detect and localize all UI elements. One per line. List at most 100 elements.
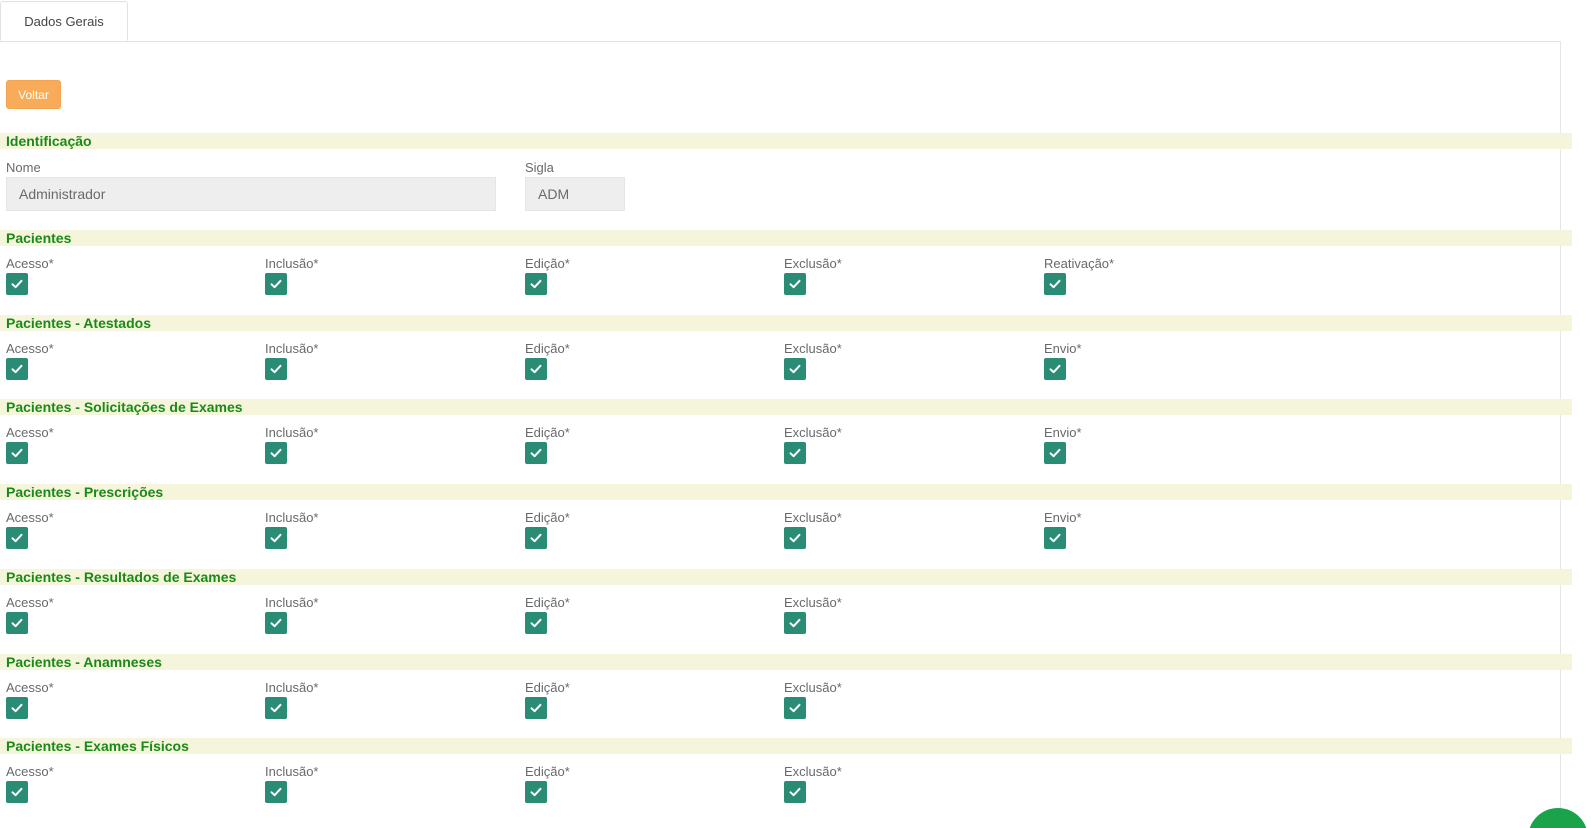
name-label: Nome xyxy=(6,160,41,175)
checkmark-icon xyxy=(529,531,543,545)
permission-label-inclusao: Inclusão* xyxy=(265,680,319,695)
permission-label-exclusao: Exclusão* xyxy=(784,341,842,356)
checkmark-icon xyxy=(269,701,283,715)
permission-label-edicao: Edição* xyxy=(525,510,570,525)
checkbox-pacientes-acesso[interactable] xyxy=(6,273,28,295)
checkmark-icon xyxy=(529,277,543,291)
panel-border xyxy=(1560,41,1561,828)
permission-label-inclusao: Inclusão* xyxy=(265,764,319,779)
tab-bar: Dados Gerais xyxy=(0,0,1561,42)
checkmark-icon xyxy=(788,531,802,545)
permission-label-edicao: Edição* xyxy=(525,764,570,779)
section-header-pacientes-anamneses: Pacientes - Anamneses xyxy=(0,654,1572,670)
checkbox-pacientes-inclusao[interactable] xyxy=(265,273,287,295)
checkbox-pacientes-atestados-inclusao[interactable] xyxy=(265,358,287,380)
tab-dados-gerais[interactable]: Dados Gerais xyxy=(0,1,128,41)
permission-label-acesso: Acesso* xyxy=(6,256,54,271)
checkbox-pacientes-atestados-exclusao[interactable] xyxy=(784,358,806,380)
checkmark-icon xyxy=(269,362,283,376)
checkbox-pacientes-atestados-acesso[interactable] xyxy=(6,358,28,380)
permission-label-exclusao: Exclusão* xyxy=(784,595,842,610)
checkmark-icon xyxy=(529,616,543,630)
checkmark-icon xyxy=(10,616,24,630)
name-input[interactable] xyxy=(6,177,496,211)
permission-label-edicao: Edição* xyxy=(525,680,570,695)
checkmark-icon xyxy=(788,277,802,291)
checkmark-icon xyxy=(10,701,24,715)
checkbox-pacientes-prescricoes-envio[interactable] xyxy=(1044,527,1066,549)
acronym-input[interactable] xyxy=(525,177,625,211)
permission-label-acesso: Acesso* xyxy=(6,764,54,779)
section-header-pacientes-prescricoes: Pacientes - Prescrições xyxy=(0,484,1572,500)
section-header-pacientes-exames-fisicos: Pacientes - Exames Físicos xyxy=(0,738,1572,754)
checkmark-icon xyxy=(788,446,802,460)
checkbox-pacientes-prescricoes-acesso[interactable] xyxy=(6,527,28,549)
checkmark-icon xyxy=(10,362,24,376)
checkbox-pacientes-anamneses-exclusao[interactable] xyxy=(784,697,806,719)
checkbox-pacientes-resultados-de-exames-inclusao[interactable] xyxy=(265,612,287,634)
permission-label-inclusao: Inclusão* xyxy=(265,425,319,440)
permission-label-exclusao: Exclusão* xyxy=(784,680,842,695)
checkbox-pacientes-resultados-de-exames-acesso[interactable] xyxy=(6,612,28,634)
permission-label-envio: Envio* xyxy=(1044,425,1082,440)
checkbox-pacientes-exames-fisicos-inclusao[interactable] xyxy=(265,781,287,803)
checkmark-icon xyxy=(788,362,802,376)
checkmark-icon xyxy=(529,362,543,376)
checkmark-icon xyxy=(1048,446,1062,460)
checkbox-pacientes-exames-fisicos-acesso[interactable] xyxy=(6,781,28,803)
checkbox-pacientes-anamneses-inclusao[interactable] xyxy=(265,697,287,719)
checkmark-icon xyxy=(10,446,24,460)
permission-label-edicao: Edição* xyxy=(525,425,570,440)
checkbox-pacientes-edicao[interactable] xyxy=(525,273,547,295)
permission-label-exclusao: Exclusão* xyxy=(784,256,842,271)
checkbox-pacientes-prescricoes-exclusao[interactable] xyxy=(784,527,806,549)
checkbox-pacientes-exclusao[interactable] xyxy=(784,273,806,295)
section-header-pacientes-solicitacoes-de-exames: Pacientes - Solicitações de Exames xyxy=(0,399,1572,415)
permission-label-inclusao: Inclusão* xyxy=(265,341,319,356)
permission-label-acesso: Acesso* xyxy=(6,425,54,440)
checkbox-pacientes-resultados-de-exames-edicao[interactable] xyxy=(525,612,547,634)
checkmark-icon xyxy=(1048,277,1062,291)
permission-label-envio: Envio* xyxy=(1044,510,1082,525)
checkmark-icon xyxy=(10,531,24,545)
checkbox-pacientes-prescricoes-edicao[interactable] xyxy=(525,527,547,549)
checkmark-icon xyxy=(1048,362,1062,376)
checkmark-icon xyxy=(788,701,802,715)
checkbox-pacientes-atestados-envio[interactable] xyxy=(1044,358,1066,380)
permission-label-acesso: Acesso* xyxy=(6,341,54,356)
checkbox-pacientes-resultados-de-exames-exclusao[interactable] xyxy=(784,612,806,634)
checkbox-pacientes-exames-fisicos-exclusao[interactable] xyxy=(784,781,806,803)
permission-label-exclusao: Exclusão* xyxy=(784,764,842,779)
checkbox-pacientes-solicitacoes-de-exames-envio[interactable] xyxy=(1044,442,1066,464)
checkmark-icon xyxy=(788,785,802,799)
permission-label-edicao: Edição* xyxy=(525,595,570,610)
checkbox-pacientes-atestados-edicao[interactable] xyxy=(525,358,547,380)
checkbox-pacientes-anamneses-acesso[interactable] xyxy=(6,697,28,719)
checkmark-icon xyxy=(10,277,24,291)
checkbox-pacientes-solicitacoes-de-exames-edicao[interactable] xyxy=(525,442,547,464)
checkbox-pacientes-solicitacoes-de-exames-exclusao[interactable] xyxy=(784,442,806,464)
permission-label-envio: Envio* xyxy=(1044,341,1082,356)
checkbox-pacientes-solicitacoes-de-exames-inclusao[interactable] xyxy=(265,442,287,464)
permission-label-inclusao: Inclusão* xyxy=(265,595,319,610)
permission-label-reativacao: Reativação* xyxy=(1044,256,1115,271)
checkbox-pacientes-reativacao[interactable] xyxy=(1044,273,1066,295)
checkbox-pacientes-prescricoes-inclusao[interactable] xyxy=(265,527,287,549)
section-header-pacientes-atestados: Pacientes - Atestados xyxy=(0,315,1572,331)
section-header-pacientes-resultados-de-exames: Pacientes - Resultados de Exames xyxy=(0,569,1572,585)
permission-label-acesso: Acesso* xyxy=(6,510,54,525)
checkbox-pacientes-solicitacoes-de-exames-acesso[interactable] xyxy=(6,442,28,464)
checkmark-icon xyxy=(1048,531,1062,545)
checkbox-pacientes-anamneses-edicao[interactable] xyxy=(525,697,547,719)
permission-label-edicao: Edição* xyxy=(525,256,570,271)
floating-action-button[interactable] xyxy=(1528,808,1588,828)
checkmark-icon xyxy=(529,446,543,460)
section-header-pacientes: Pacientes xyxy=(0,230,1572,246)
permission-label-acesso: Acesso* xyxy=(6,680,54,695)
permission-label-inclusao: Inclusão* xyxy=(265,510,319,525)
checkbox-pacientes-exames-fisicos-edicao[interactable] xyxy=(525,781,547,803)
permission-label-edicao: Edição* xyxy=(525,341,570,356)
back-button[interactable]: Voltar xyxy=(6,80,61,109)
permission-label-inclusao: Inclusão* xyxy=(265,256,319,271)
checkmark-icon xyxy=(788,616,802,630)
